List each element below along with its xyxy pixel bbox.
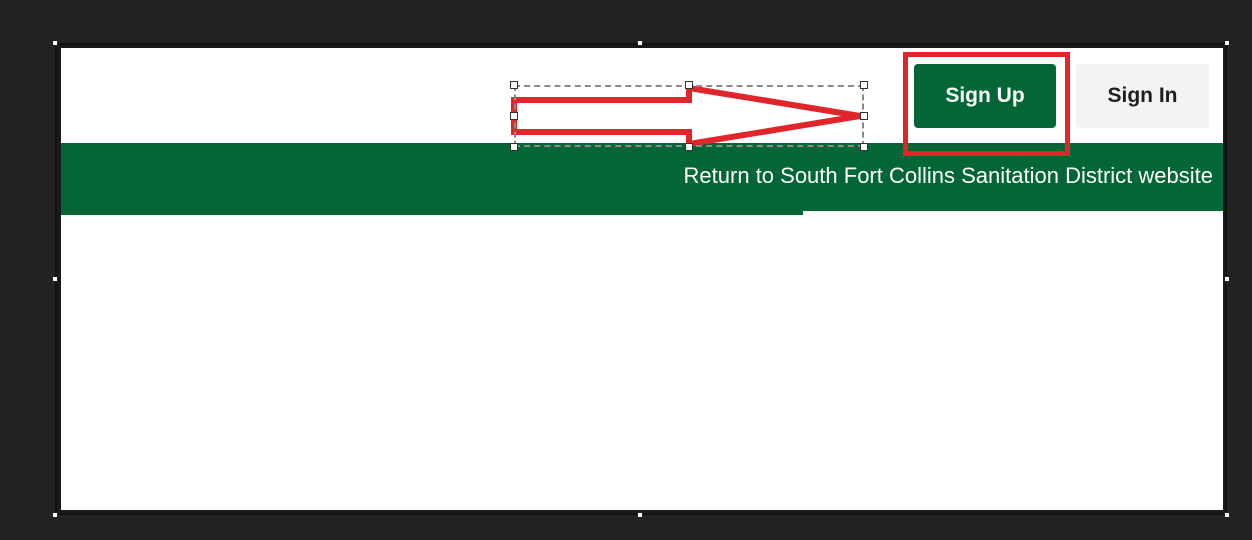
resize-handle-bottom-left[interactable] <box>52 512 58 518</box>
resize-handle-right[interactable] <box>1224 276 1230 282</box>
selection-box <box>514 85 864 147</box>
selection-handle[interactable] <box>510 81 518 89</box>
selection-handle[interactable] <box>860 81 868 89</box>
resize-handle-bottom[interactable] <box>637 512 643 518</box>
banner-divider <box>803 211 1223 215</box>
sign-in-button[interactable]: Sign In <box>1076 64 1209 128</box>
resize-handle-top-left[interactable] <box>52 40 58 46</box>
selection-handle[interactable] <box>685 81 693 89</box>
resize-handle-left[interactable] <box>52 276 58 282</box>
sign-up-button[interactable]: Sign Up <box>914 64 1056 128</box>
resize-handle-bottom-right[interactable] <box>1224 512 1230 518</box>
resize-handle-top-right[interactable] <box>1224 40 1230 46</box>
return-to-district-link[interactable]: Return to South Fort Collins Sanitation … <box>684 163 1213 189</box>
selection-handle[interactable] <box>510 112 518 120</box>
website-screenshot: Sign Up Sign In Return to South Fort Col… <box>61 48 1223 510</box>
arrow-annotation[interactable] <box>508 81 870 154</box>
resize-handle-top[interactable] <box>637 40 643 46</box>
selection-handle[interactable] <box>685 143 693 151</box>
selection-handle[interactable] <box>860 112 868 120</box>
selection-handle[interactable] <box>510 143 518 151</box>
selection-handle[interactable] <box>860 143 868 151</box>
